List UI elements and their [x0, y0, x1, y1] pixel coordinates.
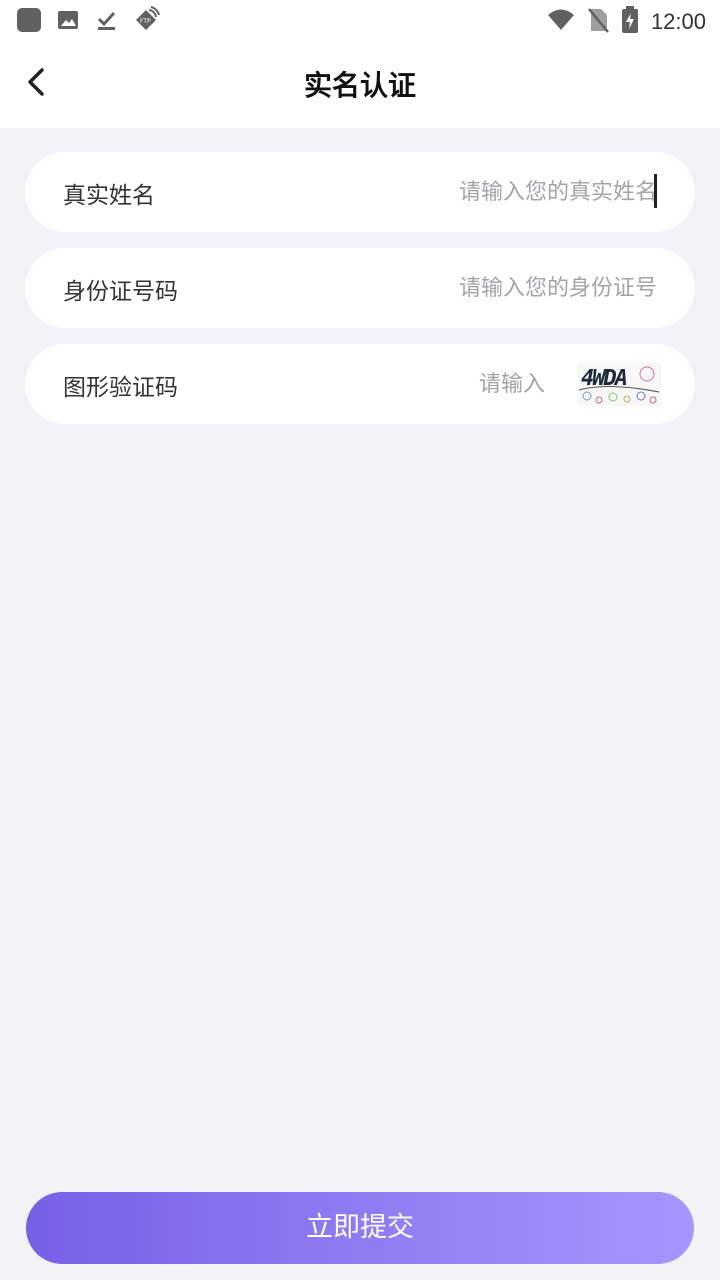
- app-bar: 实名认证: [0, 40, 720, 128]
- status-bar: FTP 12:00: [0, 0, 720, 40]
- text-cursor: [654, 174, 657, 208]
- submit-button[interactable]: 立即提交: [26, 1192, 694, 1264]
- status-bar-left: FTP: [16, 6, 160, 38]
- image-icon: [56, 8, 80, 36]
- battery-charging-icon: [621, 6, 639, 38]
- captcha-field-label: 图形验证码: [63, 375, 178, 401]
- ftp-icon: FTP: [132, 6, 160, 38]
- captcha-input[interactable]: [425, 364, 545, 404]
- wifi-icon: [547, 8, 575, 36]
- id-number-input[interactable]: [357, 268, 657, 308]
- captcha-field-row: 图形验证码 4WDA: [25, 344, 695, 424]
- app-icon: [16, 7, 42, 37]
- id-number-field-row: 身份证号码: [25, 248, 695, 328]
- svg-text:FTP: FTP: [140, 18, 151, 25]
- download-done-icon: [94, 8, 118, 36]
- page-title: 实名认证: [303, 69, 416, 102]
- name-input[interactable]: [357, 172, 657, 212]
- name-field-label: 真实姓名: [63, 183, 155, 209]
- captcha-text: 4WDA: [581, 366, 628, 391]
- no-sim-icon: [587, 7, 609, 37]
- status-time: 12:00: [650, 9, 706, 34]
- id-number-field-label: 身份证号码: [63, 279, 178, 305]
- captcha-image[interactable]: 4WDA: [577, 362, 661, 406]
- status-bar-right: 12:00: [547, 6, 706, 38]
- name-field-row: 真实姓名: [25, 152, 695, 232]
